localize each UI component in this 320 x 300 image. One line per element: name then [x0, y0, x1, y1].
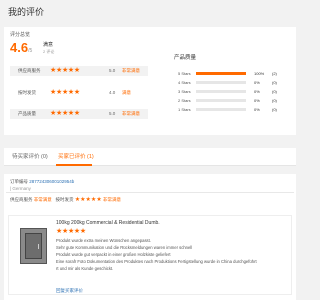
product-image[interactable] — [20, 228, 47, 264]
seller-country: | Germany — [10, 186, 31, 191]
bar-label: 2 Stars — [178, 98, 191, 103]
score-suffix: /5 — [28, 48, 33, 54]
quality-title: 产品质量 — [174, 55, 197, 61]
bar-percent: 0% — [254, 98, 260, 103]
detail-label: 供应商服务 — [18, 68, 41, 73]
detail-tag: 满意 — [122, 90, 131, 95]
bar-percent: 0% — [254, 89, 260, 94]
review-text-line: rt und mir als Kunde geschickt. — [56, 266, 114, 271]
bar-label: 4 Stars — [178, 80, 191, 85]
rating-tag: 非常满意 — [102, 197, 121, 202]
product-title[interactable]: 100kg 200kg Commercial & Residential Dum… — [56, 220, 160, 226]
divider — [6, 192, 294, 193]
door-handle — [37, 244, 39, 249]
active-tab-indicator — [56, 164, 92, 166]
quality-bar-row: 4 Stars 0% (0) — [174, 80, 292, 86]
reply-link[interactable]: 回复买家评价 — [56, 288, 83, 294]
star-rating: ★★★★★ — [74, 197, 102, 203]
bar-count: (0) — [272, 98, 277, 103]
quality-bar-row: 2 Stars 0% (0) — [174, 98, 292, 104]
bar-percent: 0% — [254, 80, 260, 85]
detail-label: 产品质量 — [18, 111, 36, 116]
bar-label: 5 Stars — [178, 71, 191, 76]
bar-percent: 100% — [254, 71, 265, 76]
order-number-label: 订单编号 — [10, 179, 28, 184]
detail-score: 5.0 — [109, 68, 116, 73]
bar-label: 3 Stars — [178, 89, 191, 94]
review-text-line: Eine sorafr Foto Dokumentation des Produ… — [56, 259, 257, 264]
overall-score: 4.6/5 — [10, 40, 32, 55]
bar-track — [196, 81, 246, 84]
detail-row-supplier-service: 供应商服务 ★★★★★ 5.0 非常满意 — [10, 66, 148, 76]
page-title: 我的评价 — [8, 7, 45, 17]
summary-label: 评分总览 — [10, 32, 31, 38]
star-rating: ★★★★★ — [50, 89, 80, 96]
satisfaction-label: 满意 — [43, 42, 54, 48]
bar-label: 1 Stars — [178, 107, 191, 112]
review-text-line: Produkt wurde extra meinen Wünschen ange… — [56, 238, 151, 243]
tab-reviewed[interactable]: 买家已评价 (1) — [58, 152, 94, 160]
review-stars: ★★★★★ — [56, 228, 86, 235]
bar-fill — [196, 72, 246, 75]
detail-label: 按时发货 — [18, 90, 36, 95]
detail-row-product-quality: 产品质量 ★★★★★ 5.0 非常满意 — [10, 109, 148, 119]
bar-percent: 0% — [254, 107, 260, 112]
bar-track — [196, 72, 246, 75]
review-count: 2 评论 — [43, 49, 55, 54]
review-text-line: Produkt wurde gut verpackt in einer groß… — [56, 252, 171, 257]
bar-count: (2) — [272, 71, 277, 76]
star-rating: ★★★★★ — [50, 110, 80, 117]
bar-track — [196, 99, 246, 102]
review-tabs: 待买家评价 (0) 买家已评价 (1) — [4, 148, 296, 166]
quality-bar-row: 5 Stars 100% (2) — [174, 71, 292, 77]
star-rating: ★★★★★ — [50, 67, 80, 74]
detail-tag: 非常满意 — [122, 68, 140, 73]
bar-count: (0) — [272, 107, 277, 112]
rating-label: 按时发货 — [55, 197, 74, 202]
quality-bar-row: 1 Stars 0% (0) — [174, 107, 292, 113]
bar-track — [196, 108, 246, 111]
detail-row-on-time-delivery: 按时发货 ★★★★★ 4.0 满意 — [10, 88, 148, 98]
detail-score: 4.0 — [109, 90, 116, 95]
rating-label: 供应商服务 — [10, 197, 33, 202]
tab-pending-review[interactable]: 待买家评价 (0) — [12, 152, 48, 160]
quality-bar-row: 3 Stars 0% (0) — [174, 89, 292, 95]
detail-tag: 非常满意 — [122, 111, 140, 116]
review-text-line: Sehr gute Kommunikation und die Rücksmel… — [56, 245, 193, 250]
order-number: 订单编号 28772430600102954b — [10, 179, 74, 185]
score-value: 4.6 — [10, 40, 29, 55]
dumbwaiter-door — [25, 233, 42, 259]
order-rating-line: 供应商服务 非常满意 按时发货 ★★★★★ 非常满意 — [10, 196, 121, 203]
bar-count: (0) — [272, 89, 277, 94]
order-number-link[interactable]: 28772430600102954b — [29, 179, 74, 184]
detail-score: 5.0 — [109, 111, 116, 116]
rating-tag: 非常满意 — [33, 197, 52, 202]
bar-count: (0) — [272, 80, 277, 85]
bar-track — [196, 90, 246, 93]
